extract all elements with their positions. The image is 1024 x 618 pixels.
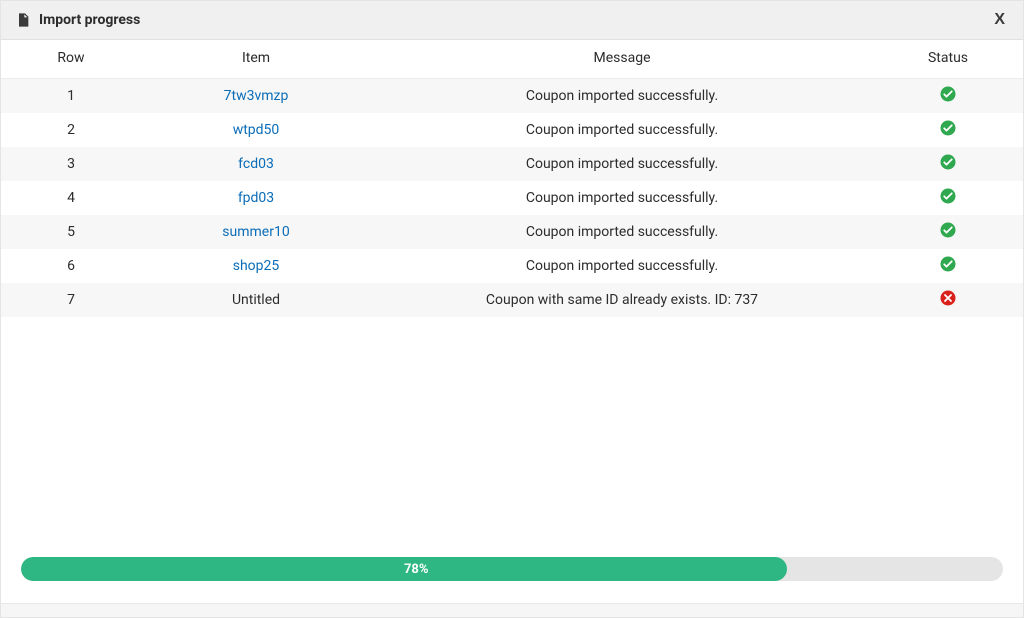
document-icon: [15, 12, 31, 28]
import-progress-dialog: Import progress X Row Item Message Statu…: [0, 0, 1024, 618]
cell-item: shop25: [141, 249, 371, 283]
item-link[interactable]: wtpd50: [233, 122, 280, 138]
table-row: 1 7tw3vmzp Coupon imported successfully.: [1, 79, 1023, 114]
cell-item: fpd03: [141, 181, 371, 215]
progress-bar: 78%: [21, 557, 1003, 581]
cell-item: wtpd50: [141, 113, 371, 147]
col-header-row: Row: [1, 40, 141, 79]
cell-status: [873, 283, 1023, 317]
cell-message: Coupon imported successfully.: [371, 113, 873, 147]
dialog-title: Import progress: [39, 12, 140, 28]
success-icon: [939, 255, 957, 273]
cell-row-number: 7: [1, 283, 141, 317]
table-row: 3 fcd03 Coupon imported successfully.: [1, 147, 1023, 181]
success-icon: [939, 85, 957, 103]
dialog-header: Import progress X: [1, 1, 1023, 40]
cell-message: Coupon imported successfully.: [371, 215, 873, 249]
import-table: Row Item Message Status 1 7tw3vmzp Coupon …: [1, 40, 1023, 317]
success-icon: [939, 221, 957, 239]
table-header-row: Row Item Message Status: [1, 40, 1023, 79]
import-table-container: Row Item Message Status 1 7tw3vmzp Coupon …: [1, 40, 1023, 539]
cell-status: [873, 249, 1023, 283]
col-header-status: Status: [873, 40, 1023, 79]
cell-status: [873, 79, 1023, 114]
cell-row-number: 5: [1, 215, 141, 249]
success-icon: [939, 119, 957, 137]
col-header-item: Item: [141, 40, 371, 79]
cell-row-number: 3: [1, 147, 141, 181]
table-row: 5 summer10 Coupon imported successfully.: [1, 215, 1023, 249]
cell-row-number: 1: [1, 79, 141, 114]
progress-section: 78%: [1, 539, 1023, 603]
cell-item: 7tw3vmzp: [141, 79, 371, 114]
progress-bar-fill: [21, 557, 787, 581]
cell-row-number: 4: [1, 181, 141, 215]
table-row: 7 Untitled Coupon with same ID already exi…: [1, 283, 1023, 317]
dialog-footer-bar: [1, 603, 1023, 617]
cell-message: Coupon imported successfully.: [371, 249, 873, 283]
cell-item: Untitled: [141, 283, 371, 317]
cell-item: summer10: [141, 215, 371, 249]
item-link[interactable]: summer10: [222, 224, 289, 240]
cell-status: [873, 181, 1023, 215]
table-row: 4 fpd03 Coupon imported successfully.: [1, 181, 1023, 215]
cell-row-number: 2: [1, 113, 141, 147]
item-link[interactable]: fcd03: [238, 156, 274, 172]
cell-message: Coupon with same ID already exists. ID: …: [371, 283, 873, 317]
item-text: Untitled: [232, 292, 280, 308]
col-header-message: Message: [371, 40, 873, 79]
cell-message: Coupon imported successfully.: [371, 181, 873, 215]
success-icon: [939, 187, 957, 205]
table-row: 6 shop25 Coupon imported successfully.: [1, 249, 1023, 283]
cell-row-number: 6: [1, 249, 141, 283]
cell-status: [873, 147, 1023, 181]
table-row: 2 wtpd50 Coupon imported successfully.: [1, 113, 1023, 147]
item-link[interactable]: fpd03: [238, 190, 274, 206]
item-link[interactable]: 7tw3vmzp: [224, 88, 289, 104]
cell-message: Coupon imported successfully.: [371, 79, 873, 114]
close-button[interactable]: X: [990, 11, 1009, 29]
success-icon: [939, 153, 957, 171]
cell-item: fcd03: [141, 147, 371, 181]
error-icon: [939, 289, 957, 307]
cell-status: [873, 215, 1023, 249]
cell-status: [873, 113, 1023, 147]
item-link[interactable]: shop25: [233, 258, 280, 274]
cell-message: Coupon imported successfully.: [371, 147, 873, 181]
